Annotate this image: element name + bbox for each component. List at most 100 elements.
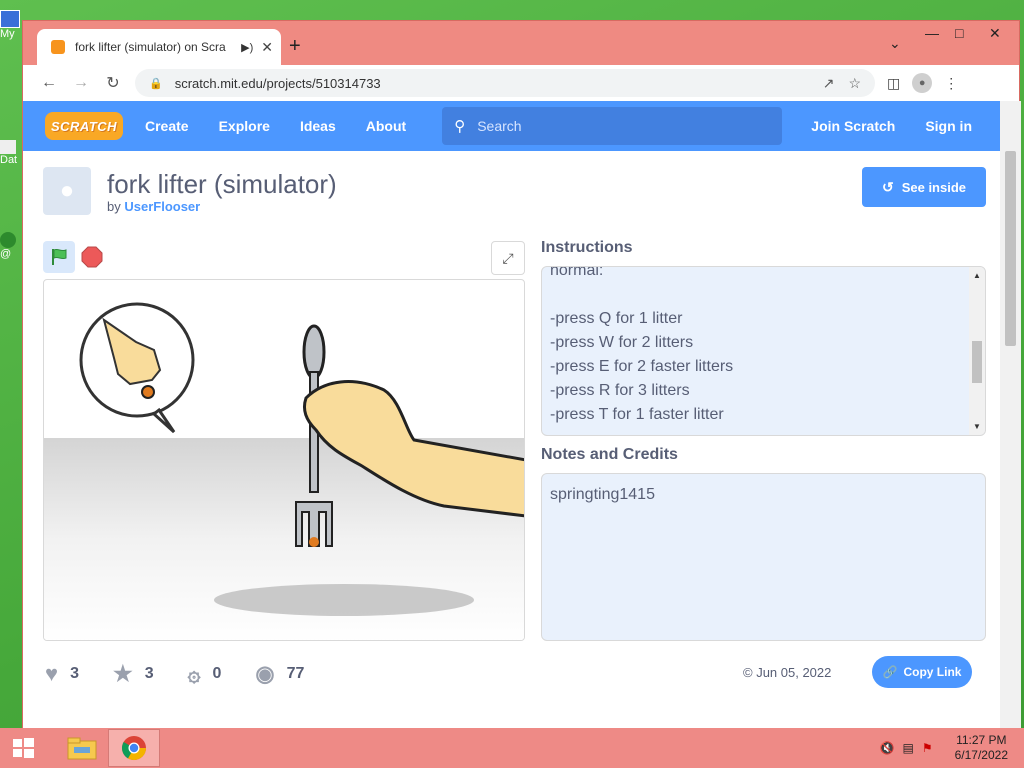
favorite-stat[interactable]: ★ 3	[113, 661, 154, 687]
browser-titlebar: fork lifter (simulator) on Scra ▶) ✕ + ⌄…	[23, 21, 1019, 65]
by-prefix: by	[107, 199, 121, 214]
page-scroll-thumb[interactable]	[1005, 151, 1016, 346]
folder-icon	[67, 737, 97, 760]
action-center-flag-icon[interactable]: ⚑	[922, 741, 933, 755]
remix-spiral-icon: ۞	[187, 661, 201, 686]
desktop-icon-data[interactable]: Dat	[0, 140, 22, 166]
see-inside-button[interactable]: ↺ See inside	[862, 167, 986, 207]
maximize-button[interactable]: □	[955, 25, 963, 41]
start-button[interactable]	[0, 728, 46, 768]
favorite-count: 3	[144, 665, 154, 682]
project-title: fork lifter (simulator)	[107, 169, 337, 199]
love-count: 3	[70, 665, 79, 682]
instruction-line: -press Q for 1 litter	[550, 310, 683, 327]
project-stats: ♥ 3 ★ 3 ۞ 0 ◉ 77	[45, 661, 338, 687]
browser-window: fork lifter (simulator) on Scra ▶) ✕ + ⌄…	[22, 20, 1021, 729]
stop-button[interactable]	[81, 246, 103, 268]
love-stat[interactable]: ♥ 3	[45, 661, 79, 687]
taskbar-clock[interactable]: 11:27 PM 6/17/2022	[955, 733, 1008, 763]
tab-close-icon[interactable]: ✕	[261, 39, 273, 56]
search-input[interactable]: ⚲ Search	[442, 107, 783, 145]
browser-tab[interactable]: fork lifter (simulator) on Scra ▶) ✕	[37, 29, 281, 65]
instruction-line	[550, 283, 733, 307]
project-page: ● fork lifter (simulator) by UserFlooser…	[23, 151, 1000, 729]
share-icon[interactable]: ↗	[823, 75, 835, 92]
instructions-scrollbar[interactable]: ▲ ▼	[969, 267, 985, 435]
remix-count: 0	[212, 665, 222, 682]
desktop-icon-my-computer[interactable]: My	[0, 10, 22, 40]
search-placeholder: Search	[477, 118, 522, 134]
scratch-navbar: SCRATCH Create Explore Ideas About ⚲ Sea…	[23, 101, 1000, 151]
menu-kebab-icon[interactable]: ⋮	[944, 75, 958, 92]
green-flag-button[interactable]	[43, 241, 75, 273]
desktop-icon-other[interactable]: @	[0, 232, 22, 260]
url-text: scratch.mit.edu/projects/510314733	[174, 75, 381, 91]
scratch-logo[interactable]: SCRATCH	[45, 112, 123, 140]
speaker-icon[interactable]: ▶)	[241, 41, 253, 54]
copy-link-button[interactable]: 🔗 Copy Link	[872, 656, 972, 688]
nav-create[interactable]: Create	[145, 118, 189, 134]
remix-stat: ۞ 0	[188, 661, 222, 687]
speech-bubble	[79, 302, 195, 434]
scroll-down-arrow-icon[interactable]: ▼	[973, 422, 981, 431]
scroll-up-arrow-icon[interactable]: ▲	[973, 271, 981, 280]
minimize-button[interactable]: —	[925, 25, 939, 41]
page-viewport: SCRATCH Create Explore Ideas About ⚲ Sea…	[23, 101, 1000, 729]
tab-search-chevron-icon[interactable]: ⌄	[889, 35, 901, 52]
scroll-thumb[interactable]	[972, 341, 982, 383]
notes-text: springting1415	[550, 486, 655, 503]
side-panel-icon[interactable]: ◫	[887, 75, 900, 92]
instruction-line: -press R for 3 litters	[550, 382, 690, 399]
reload-button[interactable]: ↻	[97, 73, 129, 93]
stage-canvas	[44, 302, 524, 640]
desktop-icon-label: @	[0, 248, 12, 260]
instruction-line: -press W for 2 litters	[550, 334, 694, 351]
nav-ideas[interactable]: Ideas	[300, 118, 336, 134]
link-icon: 🔗	[882, 665, 898, 679]
bookmark-star-icon[interactable]: ☆	[848, 75, 861, 92]
instructions-textarea[interactable]: normal: -press Q for 1 litter -press W fo…	[541, 266, 986, 436]
search-icon: ⚲	[454, 118, 466, 135]
back-button[interactable]: ←	[33, 74, 65, 92]
sign-in-link[interactable]: Sign in	[925, 118, 972, 134]
fullscreen-icon: ⤢	[502, 249, 514, 266]
page-scrollbar[interactable]	[1000, 101, 1021, 729]
profile-avatar-icon[interactable]: ●	[912, 73, 933, 93]
file-explorer-taskbar-button[interactable]	[56, 729, 108, 767]
instructions-heading: Instructions	[541, 239, 633, 256]
nav-about[interactable]: About	[366, 118, 406, 134]
taskbar: 🔇 ▤ ⚑ 11:27 PM 6/17/2022	[0, 728, 1024, 768]
author-avatar[interactable]: ●	[43, 167, 91, 215]
project-stage[interactable]	[43, 279, 525, 641]
instruction-line: normal:	[550, 266, 604, 279]
clock-time: 11:27 PM	[956, 733, 1007, 747]
notes-heading: Notes and Credits	[541, 446, 678, 463]
views-count: 77	[286, 665, 305, 682]
remix-arrows-icon: ↺	[881, 178, 894, 195]
star-icon: ★	[112, 661, 133, 686]
desktop-icon-label: My	[0, 28, 15, 40]
nav-explore[interactable]: Explore	[219, 118, 270, 134]
forward-button[interactable]: →	[65, 74, 97, 92]
system-tray: 🔇 ▤ ⚑ 11:27 PM 6/17/2022	[880, 733, 1024, 763]
network-icon[interactable]: ▤	[903, 741, 914, 755]
author-link[interactable]: UserFlooser	[124, 199, 200, 214]
project-author-line: by UserFlooser	[107, 199, 200, 214]
see-inside-label: See inside	[901, 179, 967, 195]
address-bar[interactable]: 🔒 scratch.mit.edu/projects/510314733 ↗ ☆	[135, 69, 875, 97]
fullscreen-button[interactable]: ⤢	[491, 241, 525, 275]
scratch-favicon-icon	[51, 40, 65, 54]
close-window-button[interactable]: ✕	[989, 25, 1001, 42]
desktop-icon-label: Dat	[0, 154, 18, 166]
instruction-line: -press E for 2 faster litters	[550, 358, 734, 375]
new-tab-button[interactable]: +	[289, 35, 301, 58]
join-scratch-link[interactable]: Join Scratch	[811, 118, 895, 134]
lock-icon[interactable]: 🔒	[149, 77, 163, 90]
clock-date: 6/17/2022	[954, 748, 1008, 762]
volume-muted-icon[interactable]: 🔇	[880, 741, 895, 755]
chrome-taskbar-button[interactable]	[108, 729, 160, 767]
windows-logo-icon	[13, 738, 34, 758]
notes-textarea[interactable]: springting1415	[541, 473, 986, 641]
browser-toolbar: ← → ↻ 🔒 scratch.mit.edu/projects/5103147…	[23, 65, 1019, 101]
instruction-line: -press T for 1 faster litter	[550, 406, 724, 423]
